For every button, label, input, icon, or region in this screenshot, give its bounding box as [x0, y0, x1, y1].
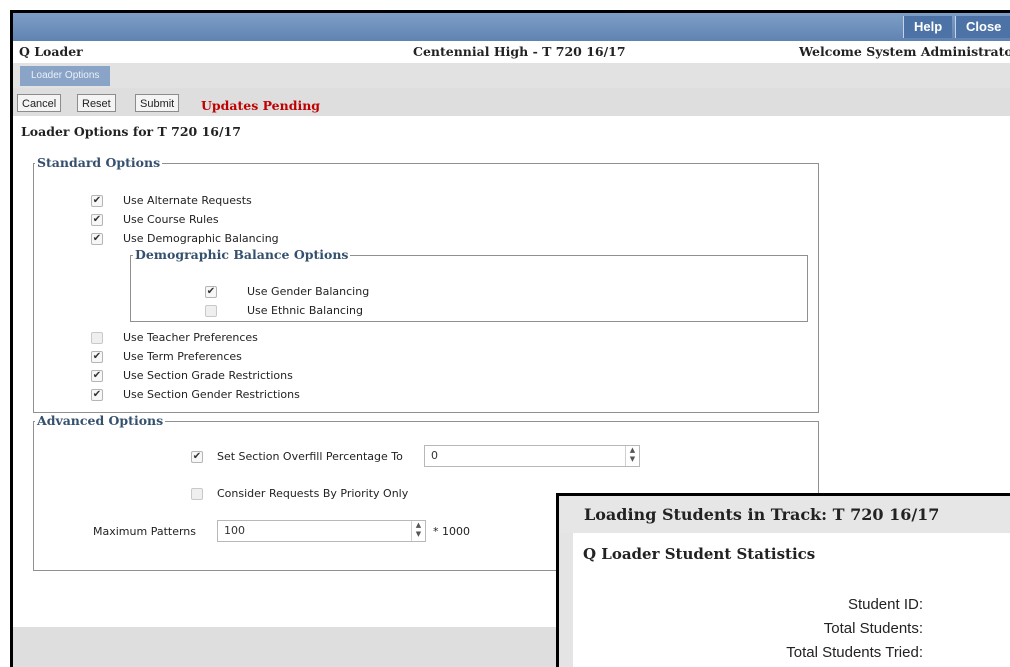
status-pending: Updates Pending [201, 98, 321, 113]
total-students-tried-label: Total Students Tried: [786, 644, 923, 661]
overfill-spinner[interactable]: ▲ ▼ [625, 446, 639, 466]
spin-up-icon: ▲ [415, 521, 422, 529]
spin-down-icon: ▼ [629, 455, 636, 463]
teacher-preferences-checkbox[interactable] [91, 332, 103, 344]
term-preferences-label: Use Term Preferences [123, 350, 242, 363]
course-rules-label: Use Course Rules [123, 213, 219, 226]
standard-options-legend: Standard Options [35, 155, 163, 170]
welcome-text: Welcome System Administrator [799, 44, 1010, 59]
gender-restrictions-checkbox[interactable]: ✔ [91, 389, 103, 401]
header: Q Loader Centennial High - T 720 16/17 W… [13, 41, 1010, 63]
overfill-checkbox[interactable]: ✔ [191, 451, 203, 463]
max-patterns-input[interactable]: 100 [217, 520, 426, 542]
ethnic-balancing-checkbox[interactable] [205, 305, 217, 317]
tab-loader-options[interactable]: Loader Options [20, 66, 111, 86]
gender-balancing-checkbox[interactable]: ✔ [205, 286, 217, 298]
student-id-label: Student ID: [847, 596, 923, 613]
gender-balancing-label: Use Gender Balancing [247, 285, 370, 298]
submit-label: Submit [140, 98, 175, 110]
demographic-options-group [130, 255, 808, 322]
reset-button[interactable]: Reset [77, 94, 116, 112]
total-students-label: Total Students: [823, 620, 923, 637]
spin-down-icon: ▼ [415, 530, 422, 538]
stats-subtitle: Q Loader Student Statistics [583, 545, 816, 563]
cancel-button[interactable]: Cancel [17, 94, 62, 112]
help-button[interactable]: Help [903, 16, 953, 38]
gender-restrictions-label: Use Section Gender Restrictions [123, 388, 300, 401]
page-title: Loader Options for T 720 16/17 [21, 124, 241, 139]
cancel-label: Cancel [22, 98, 57, 110]
priority-label: Consider Requests By Priority Only [217, 487, 409, 500]
advanced-options-legend: Advanced Options [35, 413, 166, 428]
loading-stats-window: Loading Students in Track: T 720 16/17 Q… [556, 493, 1010, 667]
grade-restrictions-checkbox[interactable]: ✔ [91, 370, 103, 382]
app-name: Q Loader [19, 44, 83, 59]
course-rules-checkbox[interactable]: ✔ [91, 214, 103, 226]
demographic-options-legend: Demographic Balance Options [133, 247, 351, 262]
alternate-requests-checkbox[interactable]: ✔ [91, 195, 103, 207]
demographic-balancing-checkbox[interactable]: ✔ [91, 233, 103, 245]
ethnic-balancing-label: Use Ethnic Balancing [247, 304, 363, 317]
overfill-percentage-input[interactable]: 0 [424, 445, 640, 467]
reset-label: Reset [82, 98, 111, 110]
top-bar: Help Close [13, 13, 1010, 41]
loading-title: Loading Students in Track: T 720 16/17 [559, 496, 1010, 533]
toolbar: Cancel Reset Submit Updates Pending [13, 88, 1010, 116]
alternate-requests-label: Use Alternate Requests [123, 194, 252, 207]
term-preferences-checkbox[interactable]: ✔ [91, 351, 103, 363]
grade-restrictions-label: Use Section Grade Restrictions [123, 369, 293, 382]
tab-strip: Loader Options [13, 63, 1010, 89]
close-button[interactable]: Close [955, 16, 1010, 38]
max-patterns-label: Maximum Patterns [93, 525, 197, 538]
max-patterns-suffix: * 1000 [433, 525, 470, 538]
school-name: Centennial High - T 720 16/17 [413, 44, 626, 59]
overfill-label: Set Section Overfill Percentage To [217, 450, 403, 463]
teacher-preferences-label: Use Teacher Preferences [123, 331, 258, 344]
priority-checkbox[interactable] [191, 488, 203, 500]
submit-button[interactable]: Submit [135, 94, 180, 112]
spin-up-icon: ▲ [629, 446, 636, 454]
demographic-balancing-label: Use Demographic Balancing [123, 232, 279, 245]
max-patterns-spinner[interactable]: ▲ ▼ [411, 521, 425, 541]
stats-panel: Q Loader Student Statistics Student ID: … [573, 533, 1010, 667]
